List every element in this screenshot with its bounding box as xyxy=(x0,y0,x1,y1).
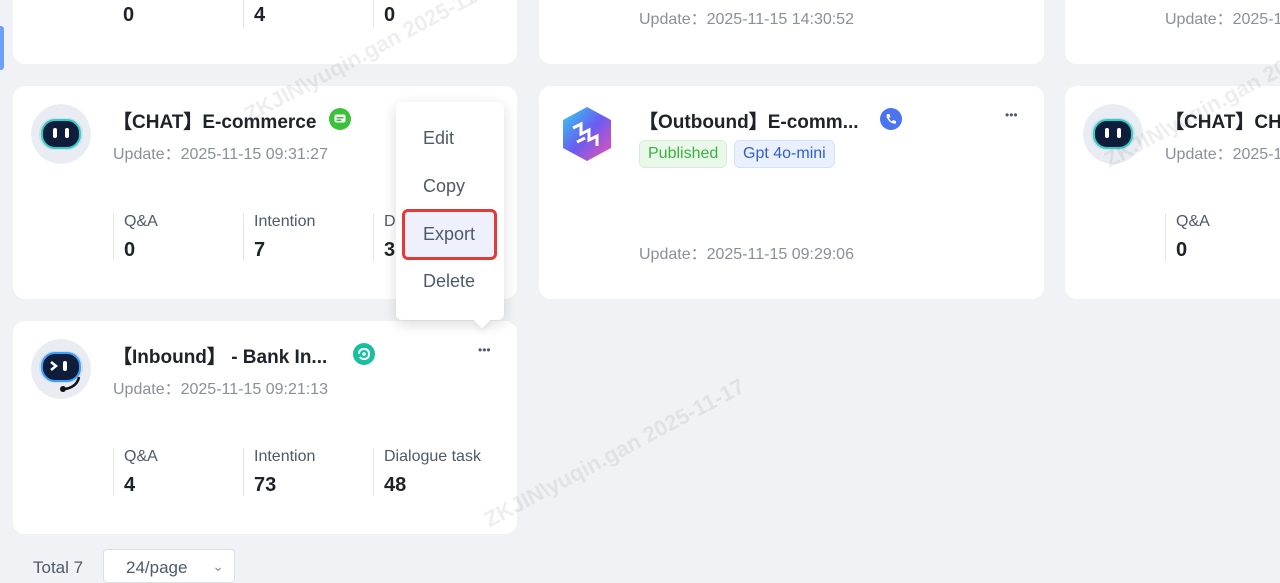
stat-top-3: 0 xyxy=(373,0,395,28)
stat-dialogue-task: Dialogue task 48 xyxy=(373,448,481,496)
agent-title: 【CHAT】E-commerce xyxy=(113,112,317,133)
update-time: Update：2025-11-15 09:21:13 xyxy=(113,381,328,398)
headset-robot-avatar-icon xyxy=(31,339,91,399)
agent-card-chat-right[interactable]: 【CHAT】CH Update：2025-1 Q&A 0 xyxy=(1065,86,1280,299)
update-time: Update：2025-1 xyxy=(1165,11,1280,28)
stat-top-2: 4 xyxy=(243,0,265,28)
agent-title: 【Inbound】 - Bank In... xyxy=(113,347,328,368)
agent-title: 【Outbound】E-comm... xyxy=(639,112,859,133)
chevron-down-icon: ⌄ xyxy=(212,558,224,574)
page-size-select[interactable]: 24/page ⌄ xyxy=(103,549,235,583)
agent-card-top-3[interactable]: Update：2025-1 xyxy=(1065,0,1280,64)
stat-qa: Q&A 0 xyxy=(1165,213,1210,261)
stat-top-1: 0 xyxy=(123,4,135,26)
watermark-text: ZKJIN\yuqin.gan 2025-11-17 xyxy=(480,373,749,533)
menu-item-copy[interactable]: Copy xyxy=(423,176,465,197)
agent-title: 【CHAT】CH xyxy=(1165,112,1280,133)
more-options-button[interactable]: ••• xyxy=(478,344,491,356)
update-time: Update：2025-1 xyxy=(1165,146,1280,163)
stat-qa: Q&A 4 xyxy=(113,448,158,496)
cube-avatar-icon xyxy=(557,104,617,164)
menu-item-delete[interactable]: Delete xyxy=(423,271,475,292)
chat-channel-icon xyxy=(329,108,351,130)
menu-item-export-highlight[interactable]: Export xyxy=(402,209,497,260)
agent-card-top-2[interactable]: Update：2025-11-15 14:30:52 xyxy=(539,0,1044,64)
agent-card-top-1[interactable]: 0 4 0 xyxy=(13,0,517,64)
stat-qa: Q&A 0 xyxy=(113,213,158,261)
update-time: Update：2025-11-15 09:29:06 xyxy=(639,246,854,263)
menu-item-export[interactable]: Export xyxy=(423,224,475,245)
sidebar-edge-indicator xyxy=(0,26,4,70)
update-time: Update：2025-11-15 14:30:52 xyxy=(639,11,854,28)
stat-intention: Intention 7 xyxy=(243,213,315,261)
more-options-button[interactable]: ••• xyxy=(1005,109,1018,121)
phone-channel-icon xyxy=(880,108,902,130)
pagination-total: Total 7 xyxy=(33,558,84,577)
menu-item-edit[interactable]: Edit xyxy=(423,128,454,149)
stat-intention: Intention 73 xyxy=(243,448,315,496)
robot-avatar-icon xyxy=(31,104,91,164)
page-size-value: 24/page xyxy=(126,558,188,577)
stat-dialogue-task: D 3 xyxy=(373,213,396,261)
status-tag-published: Published xyxy=(639,140,728,168)
agent-card-inbound[interactable]: 【Inbound】 - Bank In... ••• Update：2025-1… xyxy=(13,321,517,534)
robot-avatar-icon xyxy=(1083,104,1143,164)
update-time: Update：2025-11-15 09:31:27 xyxy=(113,146,328,163)
model-tag: Gpt 4o-mini xyxy=(734,140,835,168)
inbound-channel-icon xyxy=(353,343,375,365)
agent-card-outbound[interactable]: 【Outbound】E-comm... ••• Published Gpt 4o… xyxy=(539,86,1044,299)
